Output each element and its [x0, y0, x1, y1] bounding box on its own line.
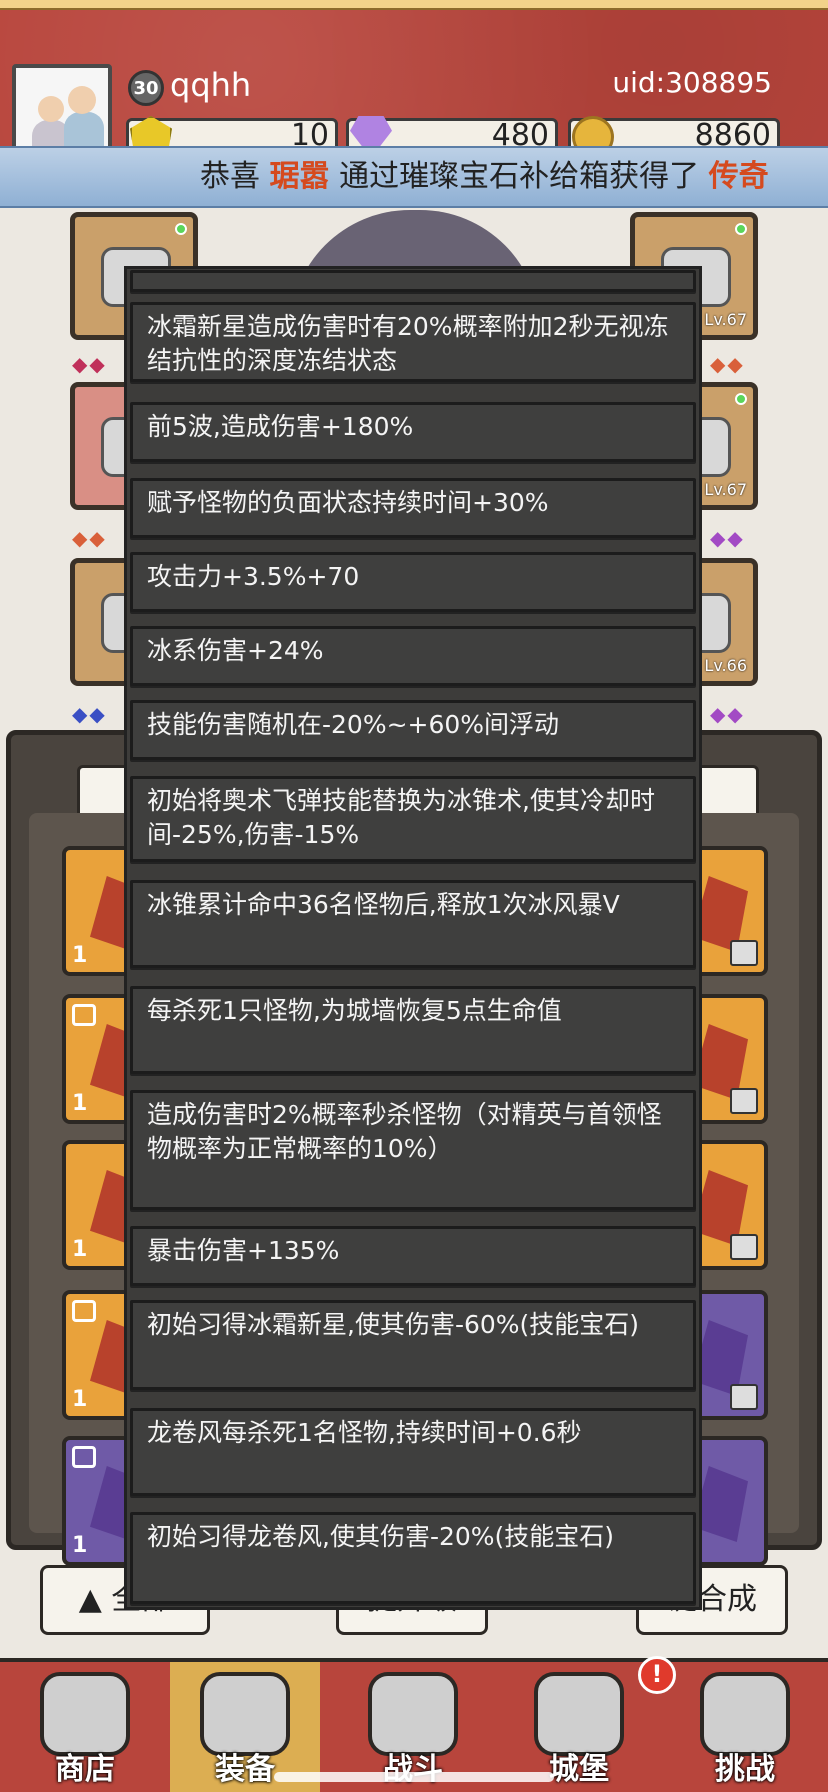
slot-type-icon [730, 1384, 758, 1410]
nav-label: 商店 [55, 1752, 115, 1787]
nav-label: 挑战 [715, 1752, 775, 1787]
avatar[interactable] [12, 64, 112, 154]
tooltip-line: 龙卷风每杀死1名怪物,持续时间+0.6秒 [130, 1408, 696, 1496]
rarity-gems-row: ◆◆ [710, 702, 745, 726]
chevron-up-icon: ▲ [78, 1582, 102, 1617]
tooltip-line: 冰霜新星造成伤害时有20%概率附加2秒无视冻结抗性的深度冻结状态 [130, 302, 696, 382]
tooltip-line: 前5波,造成伤害+180% [130, 402, 696, 462]
banner-text: 恭喜 [200, 159, 260, 194]
rarity-gems-row: ◆◆ [72, 526, 107, 550]
tooltip-line: 每杀死1只怪物,为城墙恢复5点生命值 [130, 986, 696, 1074]
banner-rarity: 传奇 [708, 159, 769, 194]
slot-level: Lv.66 [704, 656, 747, 675]
tooltip-line: 技能伤害随机在-20%~+60%间浮动 [130, 700, 696, 760]
tooltip-line: 冰系伤害+24% [130, 626, 696, 686]
tooltip-header [130, 270, 696, 292]
banner-text-2: 通过璀璨宝石补给箱获得了 [339, 159, 700, 194]
announcement-banner: 恭喜 琚嚣 通过璀璨宝石补给箱获得了 传奇 [0, 146, 828, 208]
tooltip-line: 冰锥累计命中36名怪物后,释放1次冰风暴V [130, 880, 696, 968]
lock-icon [72, 1004, 96, 1026]
slot-level: Lv.67 [704, 480, 747, 499]
nav-shop[interactable]: 商店 [10, 1662, 160, 1792]
banner-player-name: 琚嚣 [269, 159, 330, 194]
rarity-gems-row: ◆◆ [72, 702, 107, 726]
rarity-gems-row: ◆◆ [72, 352, 107, 376]
home-indicator[interactable] [274, 1772, 554, 1782]
top-header: 30 qqhh uid:308895 10 480 8860 [0, 0, 828, 158]
rarity-gems-row: ◆◆ [710, 352, 745, 376]
tooltip-line: 暴击伤害+135% [130, 1226, 696, 1286]
player-name: qqhh [170, 66, 252, 104]
nav-challenge[interactable]: 挑战 [670, 1662, 820, 1792]
tooltip-line: 初始将奥术飞弹技能替换为冰锥术,使其冷却时间-25%,伤害-15% [130, 776, 696, 862]
tooltip-line: 赋予怪物的负面状态持续时间+30% [130, 478, 696, 538]
tooltip-line: 初始习得冰霜新星,使其伤害-60%(技能宝石) [130, 1300, 696, 1390]
rarity-gems-row: ◆◆ [710, 526, 745, 550]
slot-type-icon [730, 1088, 758, 1114]
player-level-badge: 30 [128, 70, 164, 106]
notification-badge: ! [638, 1656, 676, 1694]
slot-level: Lv.67 [704, 310, 747, 329]
lock-icon [72, 1300, 96, 1322]
tooltip-line: 攻击力+3.5%+70 [130, 552, 696, 612]
slot-type-icon [730, 940, 758, 966]
tooltip-line: 初始习得龙卷风,使其伤害-20%(技能宝石) [130, 1512, 696, 1604]
tooltip-line: 造成伤害时2%概率秒杀怪物（对精英与首领怪物概率为正常概率的10%） [130, 1090, 696, 1210]
player-uid: uid:308895 [612, 66, 772, 99]
slot-type-icon [730, 1234, 758, 1260]
lock-icon [72, 1446, 96, 1468]
